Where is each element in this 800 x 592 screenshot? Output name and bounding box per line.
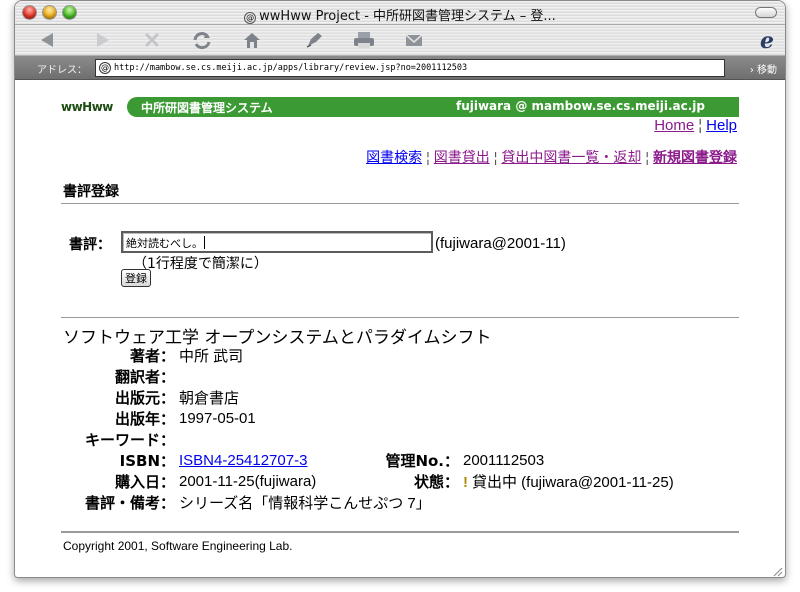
isbn-cell: ISBN4-25412707-3 [179, 450, 379, 471]
address-bar: アドレス： @ http://mambow.se.cs.meiji.ac.jp/a… [15, 56, 785, 80]
review-meta: (fujiwara@2001-11) [435, 235, 566, 252]
year-label: 出版年： [114, 410, 175, 428]
page-title: 書評登録 [63, 184, 119, 200]
stop-x-icon [144, 32, 160, 48]
table-row: 出版元： 朝倉書店 [65, 387, 674, 408]
mail-button[interactable] [401, 29, 427, 51]
mgmt-no-label: 管理No.： [385, 452, 459, 470]
status-label: 状態： [413, 473, 459, 491]
main-nav: 図書検索 ¦ 図書貸出 ¦ 貸出中図書一覧・返却 ¦ 新規図書登録 [366, 147, 737, 167]
home-button[interactable] [239, 29, 265, 51]
header-banner: 中所研図書管理システム fujiwara @ mambow.se.cs.meij… [127, 97, 739, 117]
printer-icon [354, 32, 374, 48]
mail-envelope-icon [405, 34, 423, 46]
print-button[interactable] [351, 29, 377, 51]
translator-label: 翻訳者： [114, 368, 175, 386]
status-value: 貸出中 (fujiwara@2001-11-25) [472, 474, 674, 491]
register-review-button[interactable]: 登録 [121, 269, 151, 287]
divider [61, 531, 739, 533]
forward-arrow-icon [97, 33, 109, 47]
window-title-wrap: @ wwHww Project - 中所研図書管理システム – 登... [15, 5, 785, 24]
back-arrow-icon [41, 33, 53, 47]
refresh-icon [193, 32, 211, 50]
page-content: wwHww 中所研図書管理システム fujiwara @ mambow.se.c… [15, 81, 785, 577]
table-row: 購入日： 2001-11-25(fujiwara) 状態： ! 貸出中 (fuji… [65, 471, 674, 492]
translator-value [179, 366, 674, 387]
site-logo: wwHww [61, 100, 113, 114]
table-row: キーワード： [65, 429, 674, 450]
table-row: 翻訳者： [65, 366, 674, 387]
table-row: ISBN： ISBN4-25412707-3 管理No.： 2001112503 [65, 450, 674, 471]
stop-button[interactable] [139, 29, 165, 51]
mgmt-no-value: 2001112503 [463, 452, 545, 469]
text-caret [204, 236, 205, 249]
window-title: wwHww Project - 中所研図書管理システム – 登... [259, 9, 556, 24]
table-row: 出版年： 1997-05-01 [65, 408, 674, 429]
nav-book-search-link[interactable]: 図書検索 [366, 149, 422, 165]
copyright: Copyright 2001, Software Engineering Lab… [63, 539, 293, 553]
review-hint: （1行程度で簡潔に） [133, 256, 268, 272]
internet-explorer-e-icon: e [760, 28, 774, 52]
go-button[interactable]: › 移動 [750, 61, 777, 76]
status-warning-icon: ! [463, 474, 468, 491]
url-site-icon: @ [99, 62, 111, 74]
isbn-label: ISBN： [119, 452, 175, 470]
browser-toolbar: e [15, 25, 785, 56]
keyword-label: キーワード： [84, 431, 175, 449]
nav-book-lend-link[interactable]: 図書貸出 [434, 149, 490, 165]
table-row: 書評・備考： シリーズ名「情報科学こんせぷつ 7」 [65, 492, 674, 513]
notes-label: 書評・備考： [84, 494, 175, 512]
divider [61, 317, 739, 318]
help-link[interactable]: Help [706, 117, 737, 134]
url-input[interactable]: @ http://mambow.se.cs.meiji.ac.jp/apps/li… [95, 59, 725, 77]
nav-lent-list-link[interactable]: 貸出中図書一覧・返却 [501, 149, 641, 165]
keyword-value [179, 429, 674, 450]
nav-separator: ¦ [426, 149, 430, 165]
home-link[interactable]: Home [654, 117, 694, 134]
browser-window: @ wwHww Project - 中所研図書管理システム – 登... e ア… [14, 0, 786, 578]
autofill-button[interactable] [301, 29, 327, 51]
isbn-link[interactable]: ISBN4-25412707-3 [179, 452, 307, 469]
divider [61, 203, 739, 204]
notes-value: シリーズ名「情報科学こんせぷつ 7」 [179, 495, 431, 512]
author-value: 中所 武司 [179, 348, 244, 365]
url-text: http://mambow.se.cs.meiji.ac.jp/apps/lib… [114, 63, 468, 73]
top-links: Home ¦ Help [654, 117, 737, 134]
system-name: 中所研図書管理システム [141, 101, 273, 115]
purchase-label: 購入日： [114, 473, 175, 491]
site-header: wwHww 中所研図書管理システム fujiwara @ mambow.se.c… [61, 97, 739, 117]
logged-in-user: fujiwara @ mambow.se.cs.meiji.ac.jp [455, 99, 705, 113]
toolbar-toggle-button[interactable] [755, 7, 777, 18]
review-label: 書評： [69, 237, 111, 253]
nav-new-book-link[interactable]: 新規図書登録 [653, 149, 737, 165]
book-details-table: 著者： 中所 武司 翻訳者： 出版元： 朝倉書店 出版年： 1997-05-01… [65, 345, 674, 513]
author-label: 著者： [129, 347, 175, 365]
review-input-value: 絶対読むべし。 [126, 237, 203, 250]
ie-logo: e [757, 28, 783, 52]
page-icon: @ [244, 12, 257, 24]
publisher-label: 出版元： [114, 389, 175, 407]
review-input[interactable]: 絶対読むべし。 [121, 231, 433, 253]
link-separator: ¦ [698, 117, 703, 134]
publisher-value: 朝倉書店 [179, 390, 240, 407]
address-label: アドレス： [37, 65, 87, 76]
resize-grip-icon[interactable] [771, 565, 783, 577]
status-cell: ! 貸出中 (fujiwara@2001-11-25) [463, 471, 674, 492]
svg-text:e: e [760, 28, 774, 52]
forward-button[interactable] [89, 29, 115, 51]
title-bar[interactable]: @ wwHww Project - 中所研図書管理システム – 登... [15, 1, 785, 25]
nav-separator: ¦ [645, 149, 649, 165]
back-button[interactable] [35, 29, 61, 51]
table-row: 著者： 中所 武司 [65, 345, 674, 366]
year-value: 1997-05-01 [179, 410, 256, 427]
purchase-value: 2001-11-25(fujiwara) [179, 473, 317, 490]
refresh-button[interactable] [189, 29, 215, 51]
nav-separator: ¦ [493, 149, 498, 165]
home-icon [244, 33, 260, 48]
pen-icon [306, 33, 322, 48]
